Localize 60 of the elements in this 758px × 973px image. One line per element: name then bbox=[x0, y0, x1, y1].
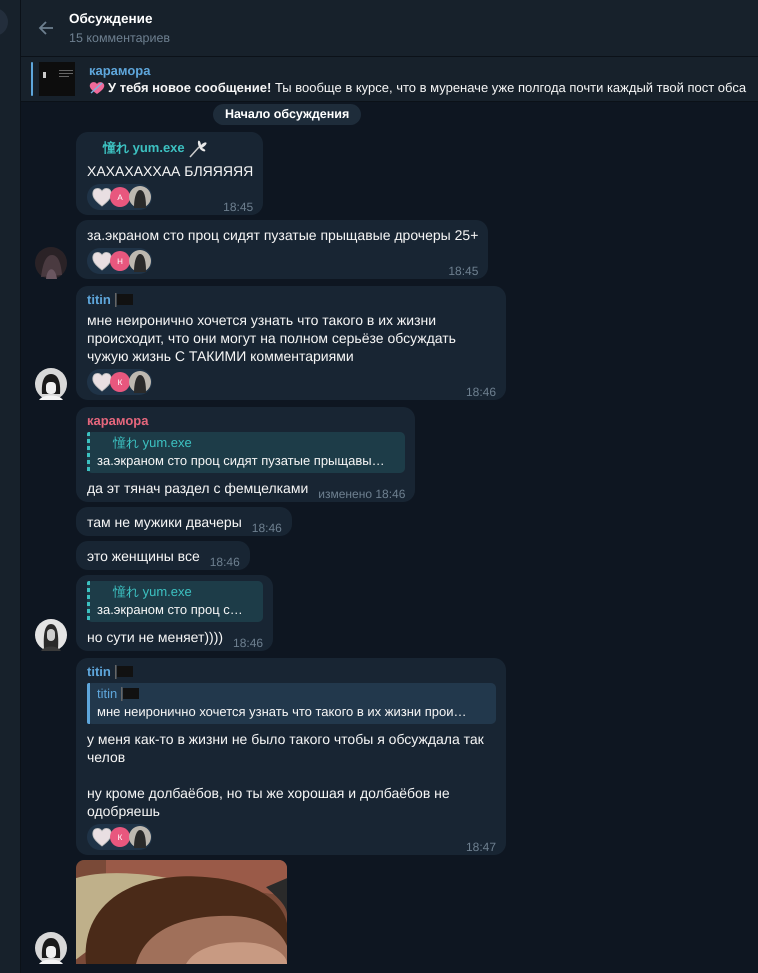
reactions-pill[interactable]: К bbox=[87, 824, 152, 850]
message-thumbnail bbox=[39, 62, 75, 96]
avatar[interactable] bbox=[35, 368, 67, 400]
flag-icon bbox=[120, 687, 140, 701]
author-name[interactable]: titin bbox=[87, 292, 111, 307]
reactor-avatar: К bbox=[110, 372, 130, 392]
heart-sticker-icon bbox=[91, 250, 113, 272]
message-time: 18:47 bbox=[466, 840, 496, 854]
reactions-pill[interactable]: Н bbox=[87, 248, 152, 274]
reactor-photo-avatar bbox=[129, 250, 151, 272]
quoted-author: 憧れ yum.exe bbox=[112, 435, 192, 451]
message-text: мне неиронично хочется узнать что такого в их жизни происходит, что они могут на полном серьёзе обсуждать чужую жизнь С ТАКИМИ комментариями bbox=[87, 311, 457, 365]
quoted-reply[interactable]: titin мне неиронично хочется узнать что такого в их жизни прои… bbox=[87, 683, 496, 724]
message-text: но сути не меняет)))) bbox=[87, 628, 224, 646]
chat-title: Обсуждение bbox=[69, 11, 154, 26]
reactor-photo-avatar bbox=[129, 186, 151, 208]
reactor-avatar: К bbox=[110, 827, 130, 847]
author-name[interactable]: карамора bbox=[87, 413, 148, 428]
reactions-pill[interactable]: А bbox=[87, 184, 152, 210]
quoted-reply[interactable]: 憧れ yum.exe за.экраном сто проц с… bbox=[87, 581, 264, 622]
heart-sticker-icon bbox=[91, 371, 113, 393]
quoted-author: 憧れ yum.exe bbox=[112, 584, 192, 600]
message-text: да эт тянач раздел с фемцелками bbox=[87, 479, 308, 497]
heart-sticker-icon bbox=[91, 186, 113, 208]
author-name[interactable]: 憧れ yum.exe bbox=[87, 139, 185, 157]
comment-count: 15 комментариев bbox=[69, 31, 170, 45]
message-text: это женщины все bbox=[87, 547, 200, 565]
message-time: 18:45 bbox=[223, 200, 254, 214]
message-time: изменено 18:46 bbox=[318, 487, 406, 501]
pinned-text: У тебя новое сообщение! Ты вообще в курсе, что в муреначе уже полгода почти каждый твой пост обса bbox=[108, 80, 746, 95]
flag-icon bbox=[114, 664, 134, 678]
author-name[interactable]: titin bbox=[87, 664, 111, 679]
message-text: у меня как-то в жизни не было такого чтобы я обсуждала так челов ну кроме долбаёбов, но ты же хорошая и долбаёбов не одобряешь bbox=[87, 730, 485, 820]
quoted-author: titin bbox=[97, 686, 118, 702]
reactor-photo-avatar bbox=[129, 371, 151, 393]
quoted-text: за.экраном сто проц сидят пузатые прыщавы… bbox=[97, 453, 386, 469]
reactor-avatar: Н bbox=[110, 251, 130, 271]
avatar[interactable] bbox=[35, 619, 67, 651]
message-text: там не мужики двачеры bbox=[87, 513, 242, 531]
message-time: 18:46 bbox=[252, 521, 282, 535]
pinned-message[interactable]: карамора У тебя новое сообщение! Ты вообще в курсе, что в муреначе уже полгода почти каждый твой пост обса bbox=[21, 57, 758, 102]
quoted-text: мне неиронично хочется узнать что такого в их жизни прои… bbox=[97, 704, 468, 720]
flag-icon bbox=[114, 292, 134, 306]
pinned-author: карамора bbox=[89, 63, 152, 78]
heart-sticker-icon bbox=[91, 826, 113, 848]
message-text: ХАХАХАХХАА БЛЯЯЯЯЯ bbox=[87, 162, 254, 180]
message-time: 18:46 bbox=[233, 636, 264, 650]
message-time: 18:45 bbox=[448, 264, 478, 278]
message-time: 18:46 bbox=[210, 555, 240, 569]
reactions-pill[interactable]: К bbox=[87, 369, 152, 395]
message-time: 18:46 bbox=[466, 385, 496, 399]
reactor-photo-avatar bbox=[129, 826, 151, 848]
back-arrow-icon[interactable] bbox=[37, 19, 55, 37]
service-message: Начало обсуждения bbox=[213, 104, 362, 125]
heart-arrow-icon bbox=[89, 80, 105, 94]
quoted-text: за.экраном сто проц с… bbox=[97, 602, 244, 618]
quoted-reply[interactable]: 憧れ yum.exe за.экраном сто проц сидят пузатые прыщавы… bbox=[87, 432, 406, 473]
avatar[interactable] bbox=[35, 932, 67, 964]
reactor-avatar: А bbox=[110, 187, 130, 207]
message-text: за.экраном сто проц сидят пузатые прыщавые дрочеры 25+ bbox=[87, 226, 478, 244]
